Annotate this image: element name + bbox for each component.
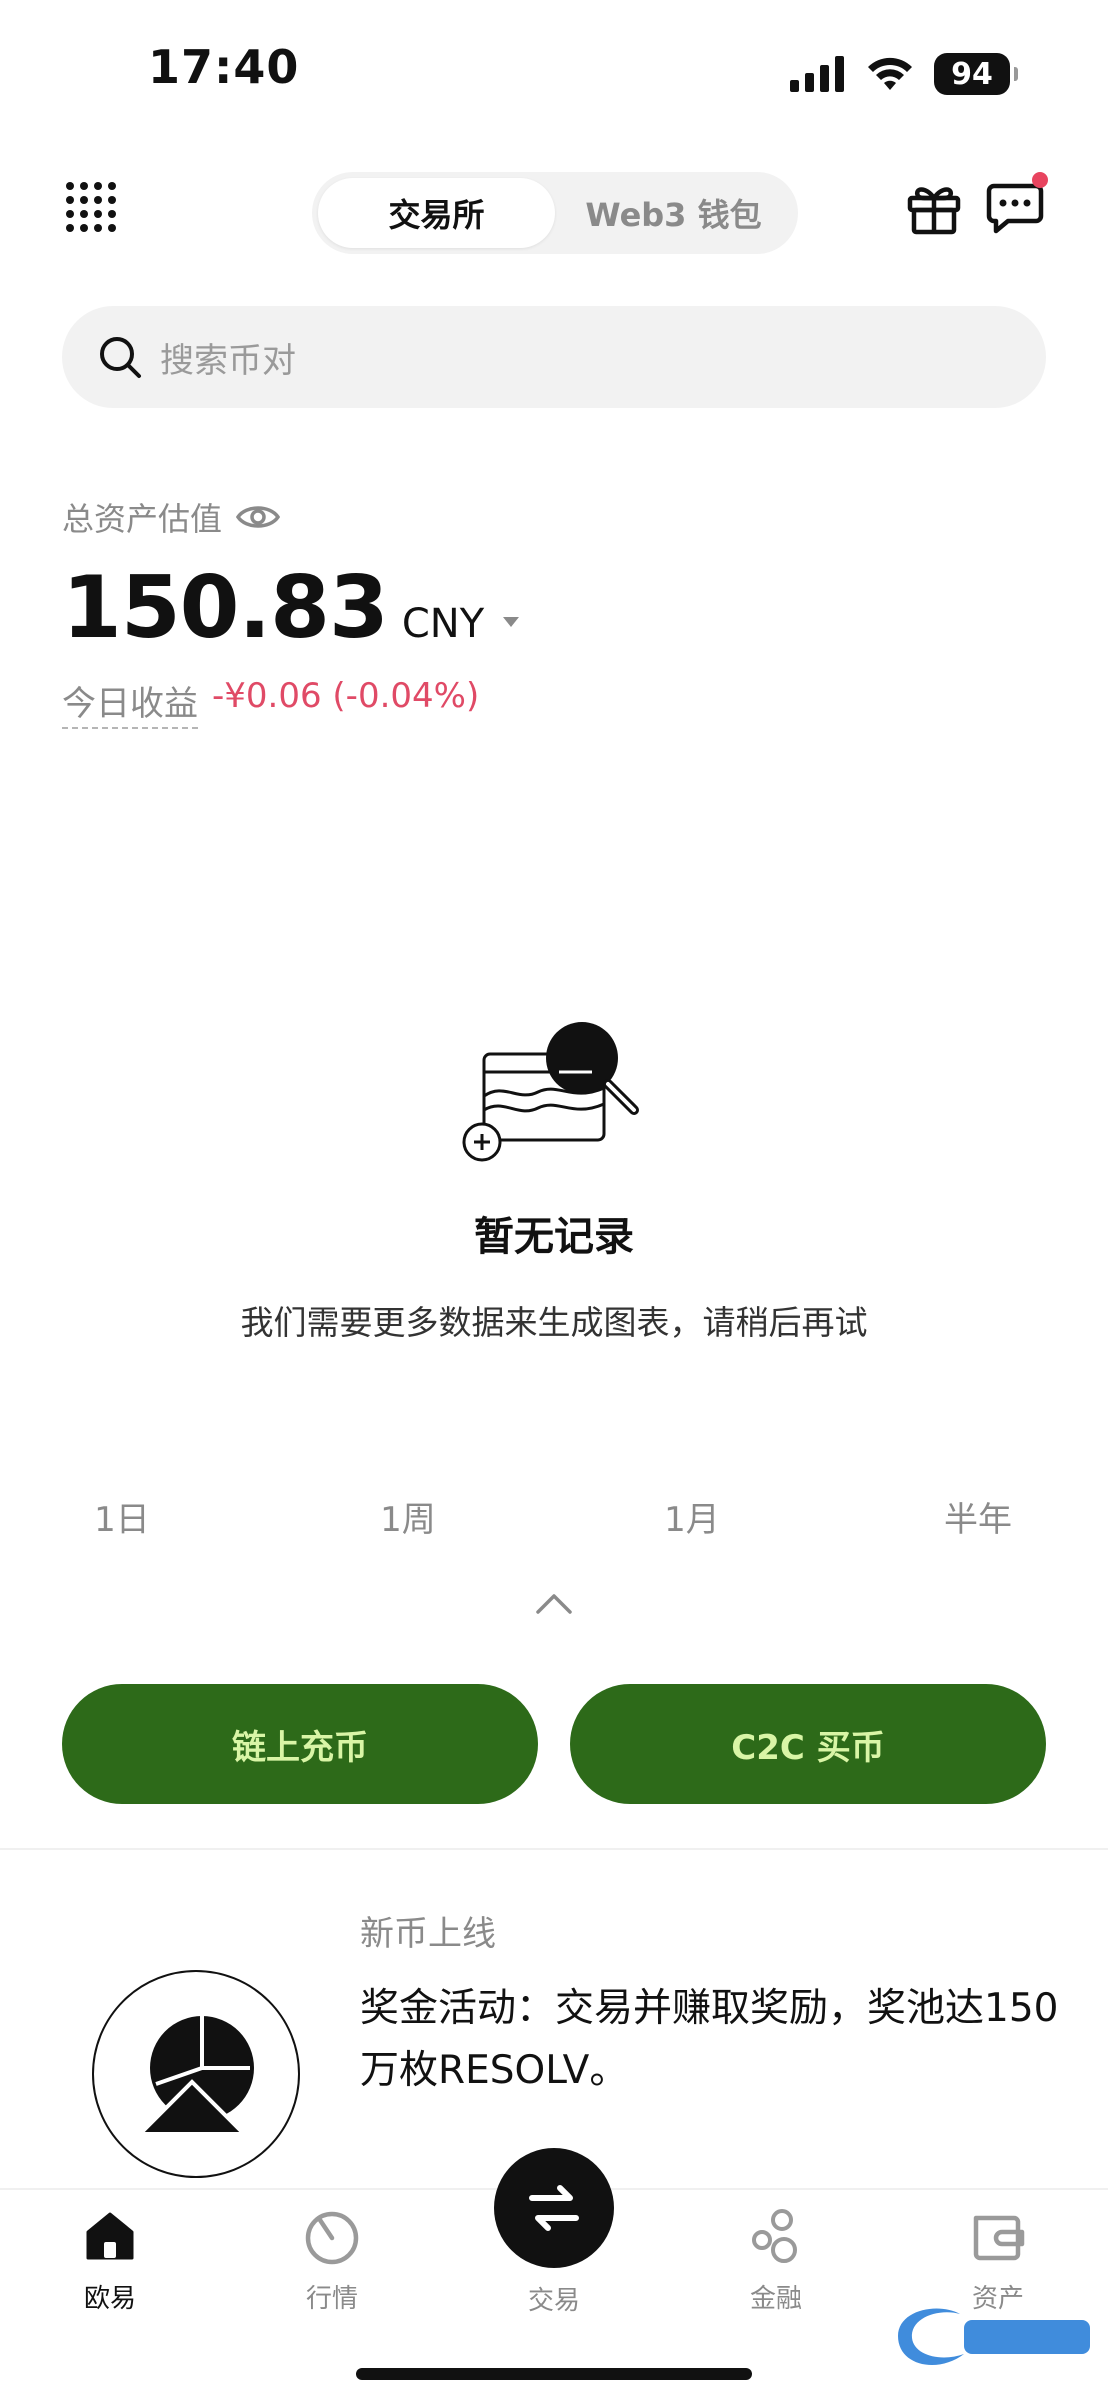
total-assets-header: 总资产估值 bbox=[62, 494, 281, 540]
message-button[interactable] bbox=[986, 172, 1048, 236]
empty-state-description: 我们需要更多数据来生成图表，请稍后再试 bbox=[240, 1303, 868, 1342]
period-1w[interactable]: 1周 bbox=[348, 1492, 468, 1541]
tab-web3-wallet[interactable]: Web3 钱包 bbox=[555, 178, 792, 248]
home-icon bbox=[86, 2212, 134, 2260]
watermark-logo bbox=[898, 2308, 1090, 2366]
apps-grid-icon[interactable] bbox=[64, 180, 120, 236]
wifi-icon bbox=[868, 57, 912, 90]
account-type-switch: 交易所 Web3 钱包 bbox=[312, 172, 798, 254]
currency-label: CNY bbox=[401, 601, 485, 647]
pnl-value: -¥0.06 (-0.04%) bbox=[212, 676, 480, 716]
nav-market[interactable]: 行情 bbox=[262, 2206, 402, 2315]
home-indicator bbox=[356, 2368, 752, 2380]
currency-selector[interactable]: CNY bbox=[402, 601, 519, 647]
chevron-up-icon[interactable] bbox=[536, 1592, 572, 1616]
eye-icon[interactable] bbox=[236, 502, 281, 532]
resolv-logo-icon bbox=[135, 2016, 254, 2136]
battery-indicator: 94 bbox=[934, 53, 1018, 95]
total-assets-value: 150.83 CNY bbox=[62, 558, 519, 658]
period-6m[interactable]: 半年 bbox=[918, 1492, 1038, 1541]
nav-finance[interactable]: 金融 bbox=[706, 2206, 846, 2315]
section-divider bbox=[0, 1848, 1108, 1850]
period-1m[interactable]: 1月 bbox=[632, 1492, 752, 1541]
wallet-icon bbox=[973, 2215, 1025, 2261]
nav-home[interactable]: 欧易 bbox=[40, 2206, 180, 2315]
period-1d[interactable]: 1日 bbox=[62, 1492, 182, 1541]
empty-state-title: 暂无记录 bbox=[474, 1214, 634, 1260]
promo-headline[interactable]: 奖金活动：交易并赚取奖励，奖池达150万枚RESOLV。 bbox=[360, 1978, 1060, 2102]
nav-market-label: 行情 bbox=[305, 2284, 358, 2314]
nav-home-label: 欧易 bbox=[83, 2284, 136, 2314]
no-records-illustration bbox=[462, 1022, 639, 1162]
onchain-deposit-button[interactable]: 链上充币 bbox=[62, 1684, 538, 1804]
nav-trade[interactable]: 交易 bbox=[484, 2280, 624, 2317]
status-indicators: 94 bbox=[790, 46, 1018, 102]
total-assets-label: 总资产估值 bbox=[62, 500, 223, 538]
signal-icon bbox=[790, 56, 844, 92]
battery-level: 94 bbox=[951, 56, 993, 92]
swap-icon bbox=[529, 2185, 579, 2231]
assets-amount: 150.83 bbox=[62, 558, 389, 658]
c2c-buy-button[interactable]: C2C 买币 bbox=[570, 1684, 1046, 1804]
status-time: 17:40 bbox=[148, 40, 300, 94]
notification-dot bbox=[1032, 172, 1048, 188]
promo-tag: 新币上线 bbox=[360, 1914, 496, 1954]
market-icon bbox=[305, 2211, 359, 2265]
message-icon bbox=[986, 183, 1044, 234]
caret-down-icon bbox=[502, 617, 519, 627]
gift-icon[interactable] bbox=[906, 180, 962, 236]
nav-finance-label: 金融 bbox=[749, 2284, 802, 2314]
search-icon bbox=[100, 337, 141, 378]
search-input[interactable]: 搜索币对 bbox=[62, 306, 1046, 408]
finance-icon bbox=[752, 2209, 797, 2263]
tab-exchange[interactable]: 交易所 bbox=[318, 178, 555, 248]
search-placeholder: 搜索币对 bbox=[160, 340, 296, 381]
today-pnl: 今日收益 -¥0.06 (-0.04%) bbox=[62, 676, 479, 729]
pnl-label[interactable]: 今日收益 bbox=[62, 676, 198, 729]
nav-trade-label: 交易 bbox=[527, 2286, 580, 2316]
nav-trade-button[interactable] bbox=[494, 2148, 614, 2268]
resolv-token-logo bbox=[92, 1970, 300, 2178]
